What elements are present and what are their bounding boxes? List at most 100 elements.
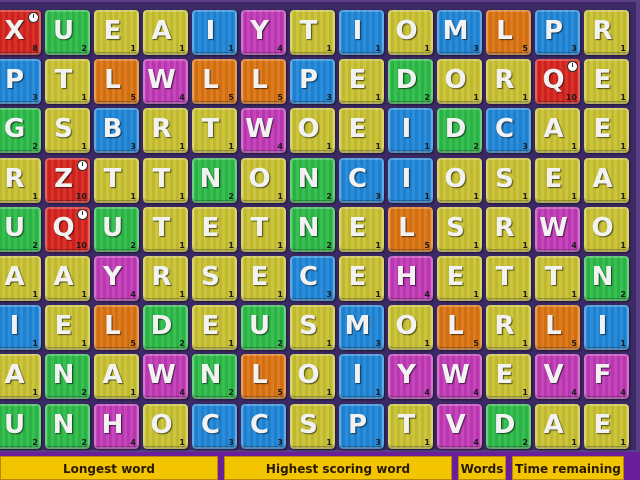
letter-tile[interactable]: Y4	[94, 256, 139, 301]
letter-tile[interactable]: H4	[388, 256, 433, 301]
letter-tile[interactable]: Y4	[388, 354, 433, 400]
letter-tile[interactable]: N2	[290, 157, 335, 203]
letter-tile[interactable]: C3	[339, 157, 384, 203]
letter-tile[interactable]: F4	[584, 354, 629, 400]
letter-tile[interactable]: V4	[437, 403, 482, 449]
letter-tile[interactable]: H4	[94, 403, 139, 449]
letter-tile[interactable]: O1	[290, 354, 335, 400]
letter-tile[interactable]: L5	[192, 59, 237, 105]
letter-tile[interactable]: A1	[143, 10, 188, 55]
letter-tile[interactable]: O1	[143, 403, 188, 449]
letter-tile[interactable]: V4	[535, 354, 580, 400]
letter-tile[interactable]: T1	[143, 206, 188, 252]
letter-tile[interactable]: M3	[437, 10, 482, 55]
letter-tile[interactable]: I1	[584, 305, 629, 351]
letter-tile[interactable]: A1	[584, 157, 629, 203]
letter-tile[interactable]: C3	[290, 256, 335, 301]
letter-tile[interactable]: C3	[192, 403, 237, 449]
letter-tile[interactable]: O1	[290, 108, 335, 154]
letter-tile[interactable]: R1	[143, 256, 188, 301]
letter-tile[interactable]: C3	[486, 108, 531, 154]
letter-tile[interactable]: T1	[45, 59, 90, 105]
letter-tile[interactable]: E1	[486, 354, 531, 400]
letter-tile[interactable]: U2	[0, 403, 41, 449]
letter-tile[interactable]: E1	[339, 59, 384, 105]
letter-tile[interactable]: U2	[94, 206, 139, 252]
letter-tile[interactable]: N2	[45, 354, 90, 400]
letter-tile[interactable]: E1	[94, 10, 139, 55]
letter-tile[interactable]: A1	[0, 354, 41, 400]
letter-tile[interactable]: A1	[535, 108, 580, 154]
letter-tile[interactable]: N2	[192, 157, 237, 203]
letter-tile[interactable]: U2	[241, 305, 286, 351]
letter-tile[interactable]: S1	[192, 256, 237, 301]
letter-tile[interactable]: I1	[339, 10, 384, 55]
letter-tile[interactable]: W4	[437, 354, 482, 400]
letter-tile[interactable]: A1	[94, 354, 139, 400]
letter-tile[interactable]: I1	[0, 305, 41, 351]
letter-tile[interactable]: T1	[143, 157, 188, 203]
letter-tile[interactable]: L5	[535, 305, 580, 351]
letter-tile[interactable]: P3	[535, 10, 580, 55]
letter-tile[interactable]: E1	[339, 206, 384, 252]
letter-tile[interactable]: Q 10	[45, 206, 90, 252]
letter-tile[interactable]: O1	[388, 305, 433, 351]
letter-tile[interactable]: P3	[339, 403, 384, 449]
letter-tile[interactable]: E1	[584, 403, 629, 449]
letter-tile[interactable]: A1	[535, 403, 580, 449]
letter-tile[interactable]: O1	[388, 10, 433, 55]
letter-tile[interactable]: E1	[45, 305, 90, 351]
letter-tile[interactable]: E1	[584, 59, 629, 105]
letter-tile[interactable]: I1	[339, 354, 384, 400]
letter-tile[interactable]: I1	[388, 108, 433, 154]
letter-tile[interactable]: E1	[192, 305, 237, 351]
letter-tile[interactable]: G2	[0, 108, 41, 154]
letter-tile[interactable]: S1	[486, 157, 531, 203]
letter-tile[interactable]: R1	[486, 59, 531, 105]
letter-tile[interactable]: P3	[290, 59, 335, 105]
letter-tile[interactable]: I1	[388, 157, 433, 203]
letter-tile[interactable]: N2	[192, 354, 237, 400]
letter-tile[interactable]: E1	[241, 256, 286, 301]
letter-tile[interactable]: T1	[486, 256, 531, 301]
letter-tile[interactable]: E1	[437, 256, 482, 301]
letter-tile[interactable]: R1	[486, 206, 531, 252]
letter-tile[interactable]: W4	[241, 108, 286, 154]
letter-tile[interactable]: W4	[535, 206, 580, 252]
letter-tile[interactable]: E1	[192, 206, 237, 252]
letter-tile[interactable]: T1	[241, 206, 286, 252]
letter-tile[interactable]: O1	[584, 206, 629, 252]
letter-tile[interactable]: E1	[584, 108, 629, 154]
letter-tile[interactable]: W4	[143, 59, 188, 105]
letter-tile[interactable]: L5	[94, 305, 139, 351]
letter-tile[interactable]: S1	[437, 206, 482, 252]
letter-tile[interactable]: N2	[584, 256, 629, 301]
letter-tile[interactable]: T1	[192, 108, 237, 154]
letter-tile[interactable]: Y4	[241, 10, 286, 55]
letter-tile[interactable]: T1	[535, 256, 580, 301]
letter-tile[interactable]: L5	[94, 59, 139, 105]
letter-tile[interactable]: L5	[437, 305, 482, 351]
letter-tile[interactable]: E1	[339, 256, 384, 301]
letter-tile[interactable]: C3	[241, 403, 286, 449]
letter-tile[interactable]: T1	[290, 10, 335, 55]
letter-tile[interactable]: W4	[143, 354, 188, 400]
letter-tile[interactable]: T1	[388, 403, 433, 449]
letter-tile[interactable]: M3	[339, 305, 384, 351]
letter-tile[interactable]: O1	[437, 157, 482, 203]
letter-tile[interactable]: Q 10	[535, 59, 580, 105]
letter-tile[interactable]: R1	[0, 157, 41, 203]
letter-tile[interactable]: S1	[45, 108, 90, 154]
letter-tile[interactable]: X8	[0, 10, 41, 55]
letter-tile[interactable]: A1	[0, 256, 41, 301]
letter-tile[interactable]: O1	[437, 59, 482, 105]
letter-tile[interactable]: R1	[486, 305, 531, 351]
letter-tile[interactable]: S1	[290, 403, 335, 449]
letter-tile[interactable]: U2	[0, 206, 41, 252]
letter-tile[interactable]: L5	[241, 354, 286, 400]
letter-tile[interactable]: S1	[290, 305, 335, 351]
letter-tile[interactable]: U2	[45, 10, 90, 55]
letter-tile[interactable]: A1	[45, 256, 90, 301]
letter-tile[interactable]: R1	[584, 10, 629, 55]
letter-tile[interactable]: O1	[241, 157, 286, 203]
